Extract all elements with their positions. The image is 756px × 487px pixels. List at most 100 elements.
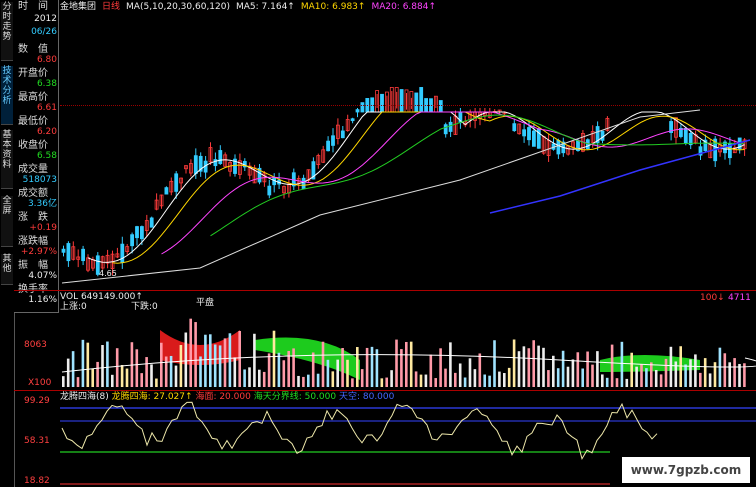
- volume-bar: [586, 351, 589, 387]
- volume-bar: [601, 374, 604, 387]
- volume-bar: [581, 368, 584, 387]
- candle-body: [340, 130, 345, 139]
- volume-bar: [566, 366, 570, 387]
- volume-bar: [380, 378, 384, 387]
- volume-bar: [517, 351, 521, 387]
- volume-flat-label: 平盘: [196, 298, 215, 308]
- volume-bar: [684, 364, 687, 387]
- volume-bar: [708, 373, 712, 387]
- volume-bar: [414, 371, 418, 387]
- indicator-sea: 海面: 20.000: [195, 392, 251, 402]
- volume-bar: [395, 339, 398, 387]
- volume-top-border: [14, 290, 756, 291]
- ma120-line: [489, 139, 751, 214]
- volume-bar: [478, 353, 482, 387]
- volume-bar: [267, 353, 271, 387]
- volume-bar: [527, 348, 531, 387]
- candle-body: [355, 109, 360, 113]
- volume-bar: [258, 369, 261, 387]
- volume-bar: [537, 345, 540, 387]
- volume-bar: [209, 334, 212, 387]
- volume-bar: [150, 364, 153, 387]
- volume-right-label-a: 100↓: [700, 293, 725, 303]
- candle-body: [331, 135, 335, 146]
- volume-bar: [184, 332, 188, 387]
- candle-body: [448, 121, 453, 132]
- candle-body: [81, 248, 85, 262]
- volume-bar: [96, 361, 99, 387]
- volume-bar: [659, 374, 663, 387]
- volume-bar: [596, 351, 599, 387]
- volume-bar: [512, 339, 516, 387]
- volume-bar: [189, 318, 192, 387]
- volume-bar: [262, 371, 266, 387]
- price-grid-line: [60, 105, 756, 106]
- candle-body: [532, 130, 536, 147]
- volume-bar: [439, 348, 442, 387]
- volume-bar: [120, 364, 124, 387]
- site-watermark: www.7gpzb.com: [622, 457, 750, 483]
- candle-body: [443, 124, 448, 135]
- volume-bar: [689, 359, 692, 387]
- volume-bar: [488, 375, 491, 387]
- volume-bar: [365, 347, 369, 387]
- volume-bar: [703, 358, 707, 387]
- volume-bar: [140, 373, 143, 387]
- volume-bar: [699, 372, 702, 387]
- volume-bar: [370, 346, 374, 387]
- volume-bar: [654, 369, 658, 387]
- volume-bar: [111, 374, 114, 387]
- volume-bar: [321, 341, 325, 387]
- volume-bar: [547, 370, 550, 387]
- volume-bar: [243, 369, 246, 387]
- candle-body: [130, 234, 135, 247]
- volume-down-label: 下跌:0: [131, 302, 158, 312]
- volume-bar: [101, 345, 104, 387]
- candle-body: [301, 177, 306, 189]
- volume-bar: [233, 357, 237, 387]
- volume-band-green: [255, 337, 360, 380]
- volume-bar: [728, 362, 731, 387]
- volume-bar: [620, 341, 624, 387]
- volume-bar: [713, 362, 717, 387]
- ma20-line: [161, 111, 745, 255]
- candle-body: [419, 87, 424, 113]
- volume-bar: [458, 363, 462, 387]
- volume-bar: [390, 370, 393, 387]
- indicator-title[interactable]: 龙腾四海(8): [60, 392, 109, 402]
- candle-body: [556, 139, 561, 155]
- volume-bar: [556, 368, 560, 387]
- volume-bar: [679, 346, 682, 387]
- chart-canvas[interactable]: [0, 0, 756, 487]
- moving-averages: [61, 109, 751, 284]
- indicator-axis-top: 99.29: [24, 396, 50, 406]
- candle-body: [399, 89, 404, 113]
- price-candles: [61, 87, 747, 277]
- volume-bars: [61, 318, 756, 387]
- volume-bar: [106, 341, 109, 387]
- volume-bar: [483, 374, 486, 387]
- volume-bar: [610, 344, 614, 387]
- indicator-axis-mid: 58.31: [24, 436, 50, 446]
- candle-body: [600, 130, 605, 141]
- volume-bar: [507, 367, 511, 387]
- indicator-value: 龙腾四海: 27.027↑: [111, 392, 193, 402]
- volume-bar: [449, 342, 452, 387]
- indicator-boundary: 海天分界线: 50.000: [253, 392, 337, 402]
- volume-bar: [307, 374, 310, 387]
- volume-bar: [429, 354, 433, 387]
- candle-body: [527, 127, 531, 141]
- volume-bar: [733, 358, 736, 387]
- volume-bar: [115, 348, 119, 387]
- volume-bar: [360, 369, 364, 387]
- volume-bar: [223, 338, 227, 387]
- candle-body: [350, 118, 355, 122]
- volume-bar: [204, 334, 207, 387]
- volume-bar: [135, 349, 139, 387]
- volume-bar: [336, 359, 339, 387]
- volume-up-label: 上涨:0: [60, 302, 87, 312]
- indicator-axis-bottom: 18.82: [24, 476, 50, 486]
- indicator-sky: 天空: 80.000: [338, 392, 395, 402]
- candle-body: [512, 123, 517, 132]
- volume-bar: [341, 348, 344, 387]
